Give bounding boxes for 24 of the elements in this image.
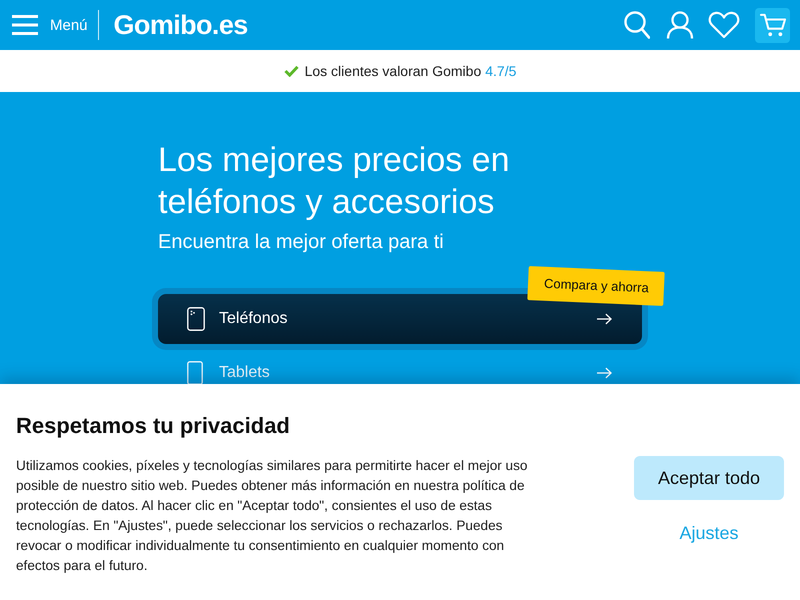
cart-icon: [760, 13, 786, 37]
menu-icon: [12, 15, 38, 35]
accept-all-button[interactable]: Aceptar todo: [634, 456, 784, 500]
cookie-title: Respetamos tu privacidad: [16, 412, 290, 440]
user-icon[interactable]: [666, 11, 694, 39]
site-logo[interactable]: Gomibo.es: [114, 12, 248, 38]
heart-icon[interactable]: [708, 11, 740, 39]
hero-subtitle: Encuentra la mejor oferta para ti: [158, 230, 444, 254]
cookie-text: Utilizamos cookies, píxeles y tecnologías similares para permitirte hacer el mejor uso posible de nuestro sitio web. Puedes obtener más información en nuestra política de protección de datos. Al hacer clic en "Aceptar todo", consientes el uso de estas tecnologías. En "Ajustes", puede seleccionar los servicios o rechazarlos. Puedes revocar o modificar individualmente tu consentimiento en cualquier momento con efectos para el futuro.: [16, 457, 528, 575]
check-icon: [284, 65, 299, 77]
promo-badge: Compara y ahorra: [528, 266, 665, 306]
category-item[interactable]: Teléfonos: [158, 294, 642, 344]
rating-score: 4.7/5: [485, 63, 516, 79]
menu-button[interactable]: Menú: [12, 15, 88, 35]
trust-text: Los clientes valoran Gomibo: [304, 63, 482, 79]
phone-icon: [187, 307, 205, 331]
tablet-icon: [187, 361, 205, 384]
hero-title: Los mejores precios en teléfonos y accesorios: [158, 140, 511, 223]
arrow-right-icon: [597, 367, 612, 379]
settings-button[interactable]: Ajustes: [634, 511, 784, 555]
category-item[interactable]: Tablets: [158, 352, 642, 384]
cart-button[interactable]: [755, 8, 790, 42]
search-icon[interactable]: [624, 11, 650, 39]
arrow-right-icon: [597, 313, 612, 325]
